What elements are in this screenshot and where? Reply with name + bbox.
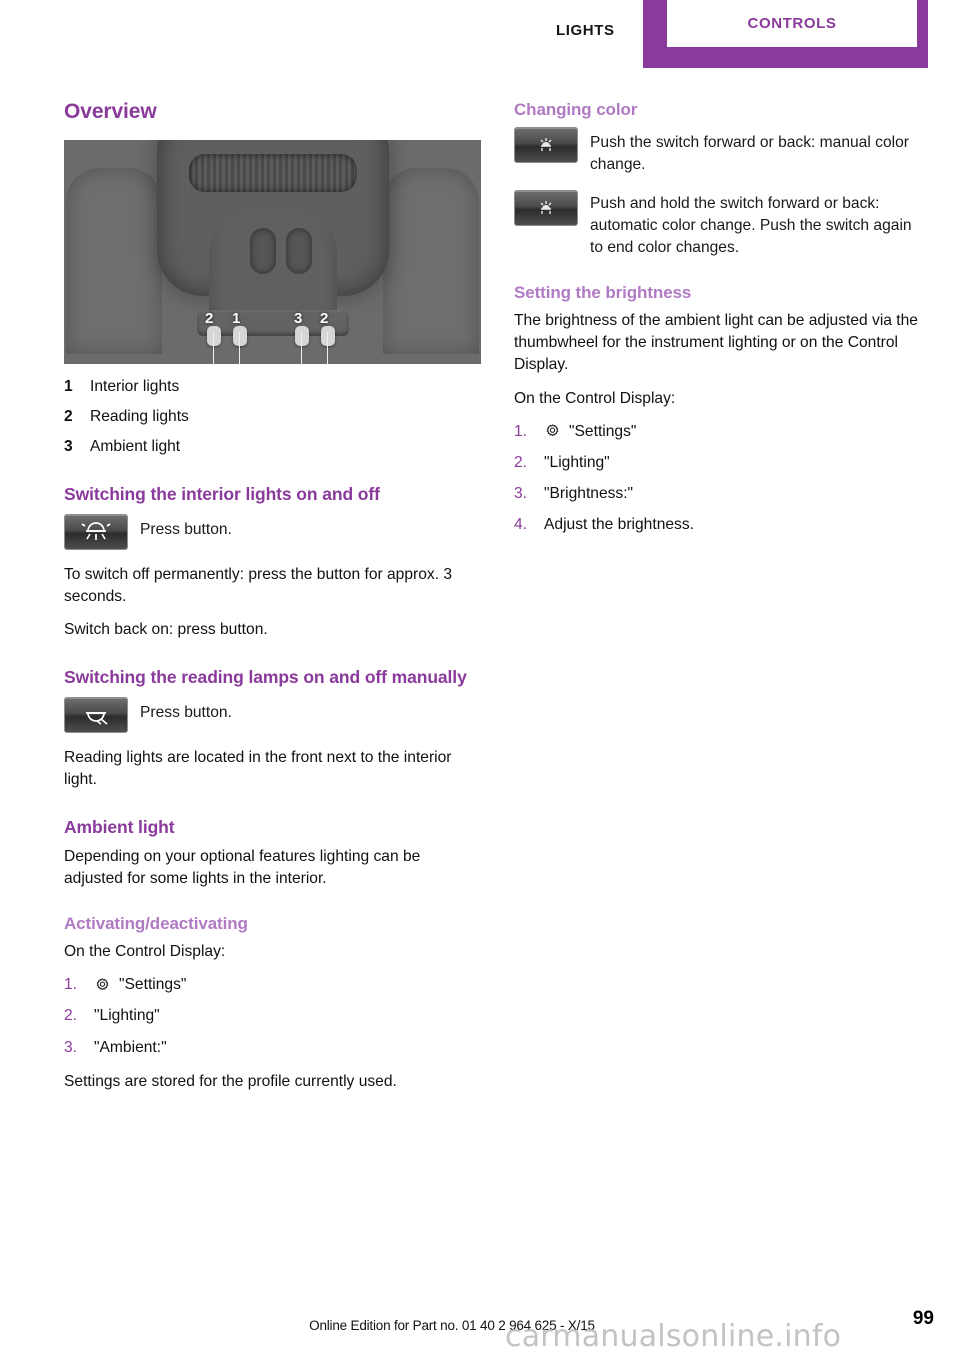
legend-item: 2 Reading lights (64, 406, 482, 428)
step-number: 2. (514, 453, 528, 471)
ambient-switch-icon[interactable] (514, 190, 578, 227)
photo-callout-3: 3 (294, 310, 303, 327)
step-number: 1. (64, 976, 78, 994)
interior-light-instruction: Press button. (140, 520, 232, 538)
legend-label: Reading lights (90, 408, 189, 426)
step-label: "Settings" (119, 976, 187, 994)
photo-switch-4 (321, 326, 335, 346)
brightness-paragraph: The brightness of the ambient light can … (514, 312, 918, 374)
photo-switch-3 (295, 326, 309, 346)
legend-item: 1 Interior lights (64, 376, 482, 398)
step-label: "Lighting" (544, 453, 610, 471)
right-column: Changing color Push the switch forward o… (514, 100, 926, 548)
photo-callout-2b: 2 (320, 310, 329, 327)
step-item[interactable]: 1. "Settings" (64, 974, 482, 996)
heading-ambient-light: Ambient light (64, 816, 175, 837)
reading-lamp-button-icon[interactable] (64, 696, 128, 733)
step-item[interactable]: 2. "Lighting" (514, 452, 926, 474)
reading-lamp-paragraph: Reading lights are located in the front … (64, 748, 452, 788)
overview-legend: 1 Interior lights 2 Reading lights 3 Amb… (64, 376, 482, 458)
heading-setting-brightness: Setting the brightness (514, 283, 692, 303)
step-label: "Settings" (569, 422, 637, 440)
tab-controls[interactable]: CONTROLS (667, 0, 917, 47)
photo-switch-2 (233, 326, 247, 346)
photo-callout-2a: 2 (205, 310, 214, 327)
step-item[interactable]: 3. "Ambient:" (64, 1037, 482, 1059)
step-label: "Lighting" (94, 1007, 160, 1025)
photo-lens-left (250, 228, 276, 274)
step-label: "Brightness:" (544, 485, 634, 503)
photo-callout-1: 1 (232, 310, 241, 327)
legend-label: Ambient light (90, 438, 181, 456)
legend-item: 3 Ambient light (64, 436, 482, 458)
heading-changing-color: Changing color (514, 100, 638, 119)
header-accent-block: CONTROLS (643, 0, 928, 68)
photo-lens-right (286, 228, 312, 274)
heading-switching-interior-lights: Switching the interior lights on and off (64, 484, 380, 505)
legend-number: 3 (64, 438, 73, 456)
reading-lamp-row: Press button. (64, 696, 482, 733)
step-number: 3. (514, 485, 528, 503)
ambient-light-paragraph: Depending on your optional features ligh… (64, 848, 421, 888)
brightness-intro: On the Control Display: (514, 389, 676, 407)
photo-vent (188, 154, 357, 192)
reading-lamp-instruction: Press button. (140, 703, 232, 721)
settings-gear-icon (544, 423, 561, 440)
ambient-switch-icon[interactable] (514, 126, 578, 163)
color-change-manual-row: Push the switch forward or back: manual … (514, 126, 926, 176)
activating-steps: 1. "Settings" 2. "Lighting" 3. "Ambient:… (64, 974, 482, 1058)
legend-number: 2 (64, 408, 73, 426)
photo-pillar-right (383, 168, 479, 354)
step-label: Adjust the brightness. (544, 516, 694, 534)
settings-gear-icon (94, 977, 111, 994)
legend-label: Interior lights (90, 378, 180, 395)
color-change-auto-row: Push and hold the switch forward or back… (514, 190, 926, 259)
overhead-console-photo: 2 1 3 2 (64, 140, 481, 364)
step-item[interactable]: 1. "Settings" (514, 421, 926, 443)
page-number: 99 (912, 1308, 934, 1329)
photo-pillar-left (66, 168, 162, 354)
activating-intro: On the Control Display: (64, 943, 226, 961)
interior-light-paragraph-1: To switch off permanently: press the but… (64, 565, 453, 605)
tab-lights[interactable]: LIGHTS (556, 22, 615, 39)
heading-activating-deactivating: Activating/deactivating (64, 914, 248, 934)
step-item[interactable]: 2. "Lighting" (64, 1005, 482, 1027)
page-title-overview: Overview (64, 100, 157, 123)
site-watermark: carmanualsonline.info (505, 1319, 842, 1354)
brightness-steps: 1. "Settings" 2. "Lighting" 3. "Brightne… (514, 421, 926, 537)
step-label: "Ambient:" (94, 1038, 167, 1056)
activating-note: Settings are stored for the profile curr… (64, 1072, 397, 1090)
interior-light-paragraph-2: Switch back on: press button. (64, 621, 268, 639)
photo-leader-2 (239, 332, 240, 364)
photo-leader-4 (327, 332, 328, 364)
legend-number: 1 (64, 378, 73, 395)
interior-light-button-icon[interactable] (64, 513, 128, 550)
step-number: 2. (64, 1007, 78, 1025)
step-number: 4. (514, 516, 528, 534)
color-change-manual-text: Push the switch forward or back: manual … (590, 133, 909, 173)
color-change-auto-text: Push and hold the switch forward or back… (590, 195, 912, 257)
step-item[interactable]: 4. Adjust the brightness. (514, 514, 926, 536)
step-number: 3. (64, 1038, 78, 1056)
page-header: LIGHTS CONTROLS (0, 0, 960, 70)
photo-leader-1 (213, 332, 214, 364)
interior-light-row: Press button. (64, 513, 482, 550)
photo-switch-1 (207, 326, 221, 346)
photo-leader-3 (301, 332, 302, 364)
left-column: Overview 2 1 3 2 1 Interior lights 2 Rea… (64, 100, 482, 1104)
step-number: 1. (514, 422, 528, 440)
heading-switching-reading-lamps: Switching the reading lamps on and off m… (64, 667, 467, 688)
step-item[interactable]: 3. "Brightness:" (514, 483, 926, 505)
